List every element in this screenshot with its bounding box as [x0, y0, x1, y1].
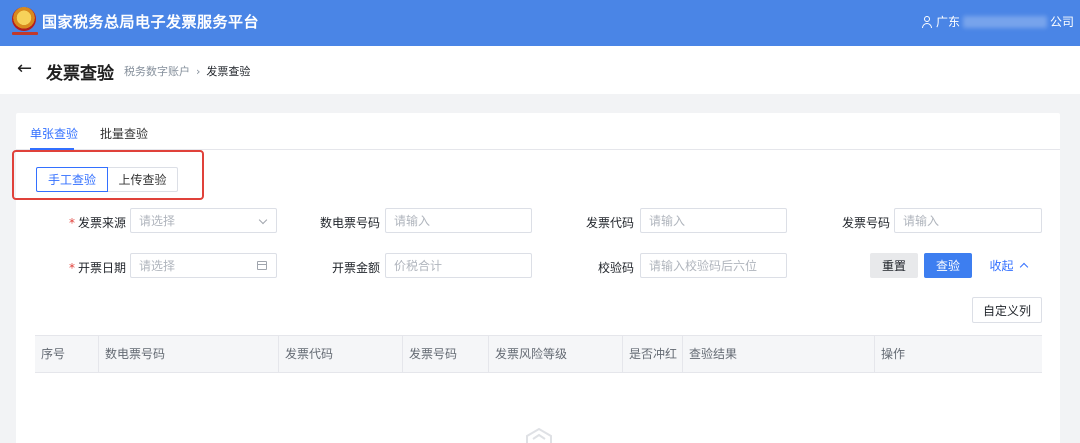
code-input[interactable]: 请输入	[640, 208, 787, 233]
number-input[interactable]: 请输入	[894, 208, 1042, 233]
source-label: * 发票来源	[68, 216, 126, 230]
column-header-result: 查验结果	[683, 336, 875, 372]
tax-emblem-logo	[12, 7, 36, 31]
amount-label: 开票金额	[331, 261, 380, 275]
user-name-suffix: 公司	[1049, 15, 1074, 29]
results-table-header: 序号 数电票号码 发票代码 发票号码 发票风险等级 是否冲红 查验结果 操作	[35, 335, 1042, 373]
digital-no-input[interactable]: 请输入	[385, 208, 532, 233]
page-header: ← 发票查验 税务数字账户 › 发票查验	[0, 46, 1080, 94]
date-label: * 开票日期	[68, 261, 126, 275]
mode-upload-check[interactable]: 上传查验	[107, 167, 178, 192]
page-title: 发票查验	[46, 64, 114, 84]
amount-input[interactable]: 价税合计	[385, 253, 532, 278]
logo-caption-mark	[12, 32, 38, 35]
tab-batch-check[interactable]: 批量查验	[100, 125, 148, 142]
tab-single-check[interactable]: 单张查验	[30, 125, 78, 142]
column-header-code: 发票代码	[279, 336, 403, 372]
user-name-redacted	[962, 15, 1047, 28]
back-arrow-icon[interactable]: ←	[17, 59, 32, 79]
column-header-number: 发票号码	[403, 336, 489, 372]
source-select[interactable]: 请选择	[130, 208, 277, 233]
user-name-prefix: 广东	[935, 15, 960, 29]
column-header-risk-level: 发票风险等级	[489, 336, 623, 372]
breadcrumb-item-current: 发票查验	[206, 65, 251, 78]
collapse-button[interactable]: 收起	[982, 253, 1034, 278]
tab-bar: 单张查验 批量查验	[16, 113, 1060, 150]
breadcrumb: 税务数字账户 › 发票查验	[124, 63, 250, 79]
check-code-label: 校验码	[597, 261, 634, 275]
custom-columns-button[interactable]: 自定义列	[972, 297, 1042, 323]
breadcrumb-separator-icon: ›	[196, 64, 201, 78]
user-account[interactable]: 广东 公司	[921, 13, 1074, 30]
calendar-icon	[257, 261, 267, 270]
mode-manual-check[interactable]: 手工查验	[36, 167, 108, 192]
query-button[interactable]: 查验	[924, 253, 972, 278]
chevron-down-icon	[258, 215, 268, 225]
check-code-input[interactable]: 请输入校验码后六位	[640, 253, 787, 278]
chevron-up-icon	[1019, 262, 1028, 272]
digital-no-label: 数电票号码	[319, 216, 380, 230]
column-header-index: 序号	[35, 336, 99, 372]
column-header-red-reversal: 是否冲红	[623, 336, 683, 372]
main-card: 单张查验 批量查验 手工查验 上传查验 * 发票来源 请选择 数电票号码 请输入 …	[12, 113, 1060, 443]
breadcrumb-item-account[interactable]: 税务数字账户	[124, 63, 190, 79]
user-icon	[921, 15, 933, 28]
number-label: 发票号码	[841, 216, 890, 230]
top-bar: 国家税务总局电子发票服务平台 广东 公司	[0, 0, 1080, 46]
code-label: 发票代码	[585, 216, 634, 230]
app-title: 国家税务总局电子发票服务平台	[42, 13, 260, 31]
reset-button[interactable]: 重置	[870, 253, 918, 278]
column-header-digital-no: 数电票号码	[99, 336, 279, 372]
date-picker[interactable]: 请选择	[130, 253, 277, 278]
empty-data-icon	[526, 427, 552, 443]
column-header-actions: 操作	[881, 347, 906, 361]
